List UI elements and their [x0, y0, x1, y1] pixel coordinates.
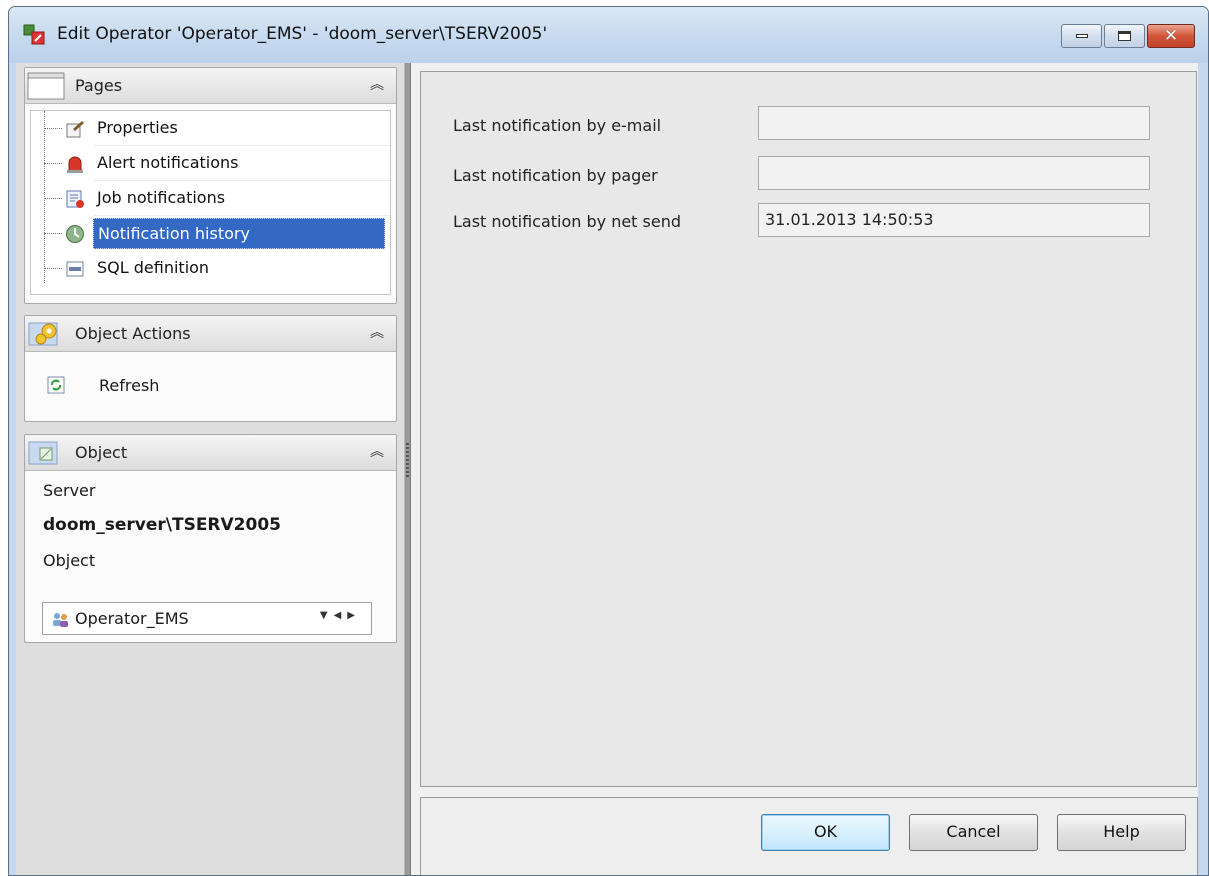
tree-item-label: SQL definition — [97, 258, 210, 277]
chevron-up-icon[interactable]: ︽ — [370, 441, 384, 461]
object-actions-group-header[interactable]: Object Actions ︽ — [25, 316, 396, 352]
pager-notification-label: Last notification by pager — [453, 166, 658, 185]
refresh-label: Refresh — [99, 376, 160, 395]
close-icon: ✕ — [1163, 25, 1179, 46]
tree-item-label: Notification history — [93, 218, 385, 249]
tree-connector — [44, 163, 62, 164]
panel-splitter[interactable] — [404, 63, 411, 875]
object-group-header[interactable]: Object ︽ — [25, 435, 396, 471]
object-actions-group: Object Actions ︽ Refresh — [24, 315, 397, 422]
net-send-notification-field[interactable]: 31.01.2013 14:50:53 — [758, 203, 1150, 237]
operator-icon — [51, 611, 69, 627]
properties-icon — [65, 119, 85, 139]
pager-notification-field[interactable] — [758, 156, 1150, 190]
minimize-icon — [1075, 34, 1088, 38]
maximize-button[interactable] — [1104, 24, 1145, 48]
job-icon — [65, 189, 85, 209]
server-value: doom_server\TSERV2005 — [43, 515, 281, 535]
splitter-grip-icon[interactable] — [406, 443, 409, 479]
sql-icon — [65, 259, 85, 279]
tree-connector — [44, 268, 62, 269]
chevron-up-icon[interactable]: ︽ — [370, 74, 384, 94]
object-selector[interactable]: Operator_EMS ▼◀▶ — [42, 602, 372, 635]
notification-history-page: Last notification by e-mail Last notific… — [420, 71, 1197, 787]
tree-connector — [44, 233, 62, 234]
maximize-icon — [1118, 31, 1131, 41]
minimize-button[interactable] — [1061, 24, 1102, 48]
window-title: Edit Operator 'Operator_EMS' - 'doom_ser… — [57, 24, 548, 44]
close-button[interactable]: ✕ — [1147, 24, 1195, 48]
tree-item-alert-notifications[interactable]: Alert notifications — [31, 146, 390, 181]
combo-arrows-icon[interactable]: ▼◀▶ — [320, 610, 361, 621]
history-icon — [65, 224, 85, 244]
tree-item-notification-history[interactable]: Notification history — [31, 216, 390, 251]
chevron-up-icon[interactable]: ︽ — [370, 322, 384, 342]
window-controls: ✕ — [1059, 24, 1195, 48]
pages-group: Pages ︽ Properties Alert notifications J… — [24, 67, 397, 304]
email-notification-label: Last notification by e-mail — [453, 116, 662, 135]
cancel-button[interactable]: Cancel — [909, 814, 1038, 851]
tree-item-label: Job notifications — [97, 188, 226, 207]
ok-button[interactable]: OK — [761, 814, 890, 851]
tree-item-label: Properties — [97, 118, 178, 137]
server-label: Server — [43, 481, 96, 500]
object-label: Object — [43, 551, 96, 570]
tree-connector — [44, 128, 62, 129]
email-notification-field[interactable] — [758, 106, 1150, 140]
object-group: Object ︽ Server doom_server\TSERV2005 Ob… — [24, 434, 397, 643]
tree-item-job-notifications[interactable]: Job notifications — [31, 181, 390, 216]
gears-icon — [27, 318, 65, 348]
object-selector-value: Operator_EMS — [75, 609, 189, 628]
refresh-icon — [47, 376, 65, 394]
pages-tree: Properties Alert notifications Job notif… — [30, 110, 391, 295]
object-icon — [27, 437, 65, 467]
tree-item-properties[interactable]: Properties — [31, 111, 390, 146]
tree-connector — [44, 198, 62, 199]
left-panel: Pages ︽ Properties Alert notifications J… — [16, 63, 404, 875]
pages-icon — [27, 70, 65, 100]
tree-item-sql-definition[interactable]: SQL definition — [31, 251, 390, 286]
dialog-window: Edit Operator 'Operator_EMS' - 'doom_ser… — [8, 6, 1209, 876]
content-area: Last notification by e-mail Last notific… — [412, 63, 1198, 787]
pages-group-title: Pages — [75, 76, 123, 95]
alert-icon — [65, 154, 85, 174]
tree-item-label: Alert notifications — [97, 153, 239, 172]
dialog-button-bar: OK Cancel Help — [420, 797, 1198, 875]
net-send-notification-label: Last notification by net send — [453, 212, 682, 231]
help-button[interactable]: Help — [1057, 814, 1186, 851]
dialog-client: Pages ︽ Properties Alert notifications J… — [16, 63, 1198, 875]
object-actions-group-title: Object Actions — [75, 324, 191, 343]
pages-group-header[interactable]: Pages ︽ — [25, 68, 396, 104]
edit-operator-icon — [23, 24, 45, 46]
object-group-title: Object — [75, 443, 128, 462]
title-bar[interactable]: Edit Operator 'Operator_EMS' - 'doom_ser… — [9, 7, 1208, 63]
